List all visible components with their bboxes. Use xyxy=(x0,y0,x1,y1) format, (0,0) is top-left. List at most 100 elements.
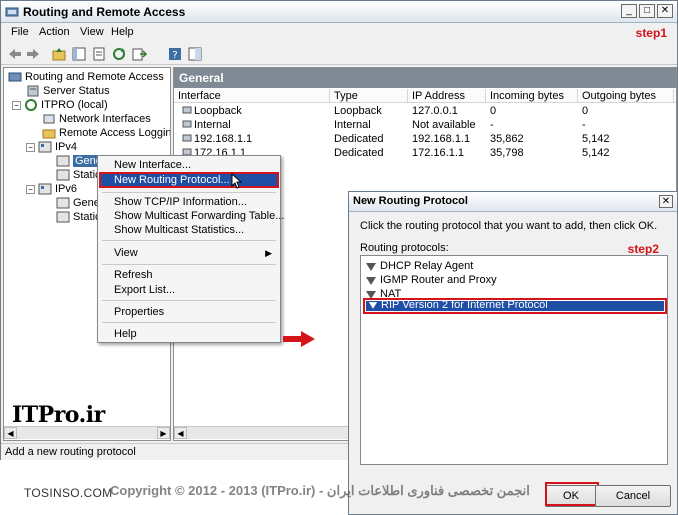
refresh-icon[interactable] xyxy=(111,46,127,62)
table-row[interactable]: 192.168.1.1 Dedicated 192.168.1.1 35,862… xyxy=(174,132,676,146)
ip-icon xyxy=(38,183,52,195)
general-icon xyxy=(56,197,70,209)
tree-item-remote-access-logging[interactable]: Remote Access Logging & P xyxy=(42,126,170,140)
menu-help[interactable]: Help xyxy=(111,26,134,38)
interface-icon xyxy=(182,106,192,114)
ip-icon xyxy=(38,141,52,153)
tosinso-watermark: TOSINSO.COM xyxy=(24,486,113,500)
dialog-instruction: Click the routing protocol that you want… xyxy=(360,220,658,232)
scroll-left-icon[interactable]: ◀ xyxy=(4,427,17,439)
details-horizontal-scrollbar[interactable]: ◀ xyxy=(174,426,350,439)
title-bar: Routing and Remote Access _ □ ✕ xyxy=(1,1,677,23)
footer: TOSINSO.COM Copyright © 2012 - 2013 (ITP… xyxy=(0,460,678,515)
context-menu: New Interface... New Routing Protocol...… xyxy=(97,155,284,343)
list-item[interactable]: IGMP Router and Proxy xyxy=(365,274,497,286)
menu-item-show-tcpip[interactable]: Show TCP/IP Information... xyxy=(114,196,247,208)
column-incoming-bytes[interactable]: Incoming bytes xyxy=(486,89,578,103)
tree-item-ipv4[interactable]: − IPv4 xyxy=(26,140,77,154)
routing-icon xyxy=(8,72,22,82)
menu-file[interactable]: File xyxy=(11,26,29,38)
menu-view[interactable]: View xyxy=(80,26,104,38)
menu-separator xyxy=(102,264,276,265)
general-icon xyxy=(56,155,70,167)
menu-item-view[interactable]: View xyxy=(114,247,138,259)
menu-item-new-routing-protocol[interactable]: New Routing Protocol... xyxy=(99,172,279,188)
submenu-arrow-icon: ▶ xyxy=(265,248,272,258)
menu-item-properties[interactable]: Properties xyxy=(114,306,164,318)
console-view-icon[interactable] xyxy=(187,46,203,62)
menu-item-show-multicast-statistics[interactable]: Show Multicast Statistics... xyxy=(114,224,244,236)
column-interface[interactable]: Interface xyxy=(174,89,330,103)
export-list-icon[interactable] xyxy=(131,46,147,62)
column-headers: Interface Type IP Address Incoming bytes… xyxy=(174,89,676,103)
column-type[interactable]: Type xyxy=(330,89,408,103)
copyright-watermark: Copyright © 2012 - 2013 (ITPro.ir) - انج… xyxy=(110,483,530,498)
toolbar: ? xyxy=(1,43,677,65)
minimize-button[interactable]: _ xyxy=(621,4,637,18)
tree-horizontal-scrollbar[interactable]: ◀ ▶ xyxy=(4,426,170,439)
tree-item-network-interfaces[interactable]: Network Interfaces xyxy=(42,112,151,126)
collapse-toggle[interactable]: − xyxy=(26,142,35,152)
protocol-icon xyxy=(366,276,376,285)
protocol-icon xyxy=(366,262,376,271)
static-routes-icon xyxy=(56,169,70,181)
back-arrow-icon[interactable] xyxy=(7,46,23,62)
network-interfaces-icon xyxy=(43,114,55,124)
dialog-title-bar: New Routing Protocol ✕ xyxy=(349,192,677,212)
help-icon[interactable]: ? xyxy=(167,46,183,62)
column-outgoing-bytes[interactable]: Outgoing bytes xyxy=(578,89,674,103)
itpro-logo: ITPro.ir xyxy=(12,402,105,428)
list-item[interactable]: DHCP Relay Agent xyxy=(365,260,473,272)
server-status-icon xyxy=(27,85,39,97)
interface-icon xyxy=(182,134,192,142)
scroll-left-icon[interactable]: ◀ xyxy=(174,427,187,439)
routing-protocols-list[interactable]: DHCP Relay Agent IGMP Router and Proxy N… xyxy=(360,255,668,465)
static-routes-icon xyxy=(56,211,70,223)
collapse-toggle[interactable]: − xyxy=(12,100,21,110)
interface-icon xyxy=(182,120,192,128)
forward-arrow-icon[interactable] xyxy=(25,46,41,62)
menu-item-new-interface[interactable]: New Interface... xyxy=(114,159,191,171)
close-button[interactable]: ✕ xyxy=(657,4,673,18)
red-arrow-icon xyxy=(283,331,315,347)
maximize-button[interactable]: □ xyxy=(639,4,655,18)
show-hide-tree-icon[interactable] xyxy=(71,46,87,62)
dialog-title: New Routing Protocol xyxy=(353,195,468,207)
server-icon xyxy=(25,99,37,111)
properties-icon[interactable] xyxy=(91,46,107,62)
menu-separator xyxy=(102,192,276,193)
menu-item-export-list[interactable]: Export List... xyxy=(114,284,175,296)
scroll-right-icon[interactable]: ▶ xyxy=(157,427,170,439)
menu-item-help[interactable]: Help xyxy=(114,328,137,340)
menu-item-show-multicast-forwarding[interactable]: Show Multicast Forwarding Table... xyxy=(114,210,284,222)
tree-item-ipv6-static[interactable]: Static xyxy=(56,210,101,224)
routing-app-icon xyxy=(5,7,19,17)
table-row[interactable]: Loopback Loopback 127.0.0.1 0 0 xyxy=(174,104,676,118)
list-item-selected[interactable]: RIP Version 2 for Internet Protocol xyxy=(363,298,667,314)
mouse-cursor-icon xyxy=(231,173,243,189)
window-title: Routing and Remote Access xyxy=(23,5,186,19)
step1-annotation: step1 xyxy=(635,26,667,40)
tree-item-ipv4-static[interactable]: Static xyxy=(56,168,101,182)
menu-separator xyxy=(102,322,276,323)
menu-separator xyxy=(102,300,276,301)
routing-protocols-label: Routing protocols: xyxy=(360,242,449,254)
menu-item-refresh[interactable]: Refresh xyxy=(114,269,153,281)
folder-icon xyxy=(42,129,56,139)
up-folder-icon[interactable] xyxy=(51,46,67,62)
step2-annotation: step2 xyxy=(627,242,659,256)
dialog-close-button[interactable]: ✕ xyxy=(659,195,673,208)
menu-bar: File Action View Help step1 xyxy=(1,23,677,43)
tree-item-ipv6[interactable]: − IPv6 xyxy=(26,182,77,196)
tree-item-server-status[interactable]: Server Status xyxy=(26,84,110,98)
collapse-toggle[interactable]: − xyxy=(26,184,35,194)
details-header: General xyxy=(174,68,676,88)
table-row[interactable]: Internal Internal Not available - - xyxy=(174,118,676,132)
tree-item-root[interactable]: Routing and Remote Access xyxy=(8,70,164,84)
menu-action[interactable]: Action xyxy=(39,26,70,38)
menu-separator xyxy=(102,240,276,241)
protocol-icon xyxy=(368,302,378,309)
tree-item-server[interactable]: − ITPRO (local) xyxy=(12,98,108,112)
column-ip-address[interactable]: IP Address xyxy=(408,89,486,103)
svg-text:?: ? xyxy=(172,50,177,61)
